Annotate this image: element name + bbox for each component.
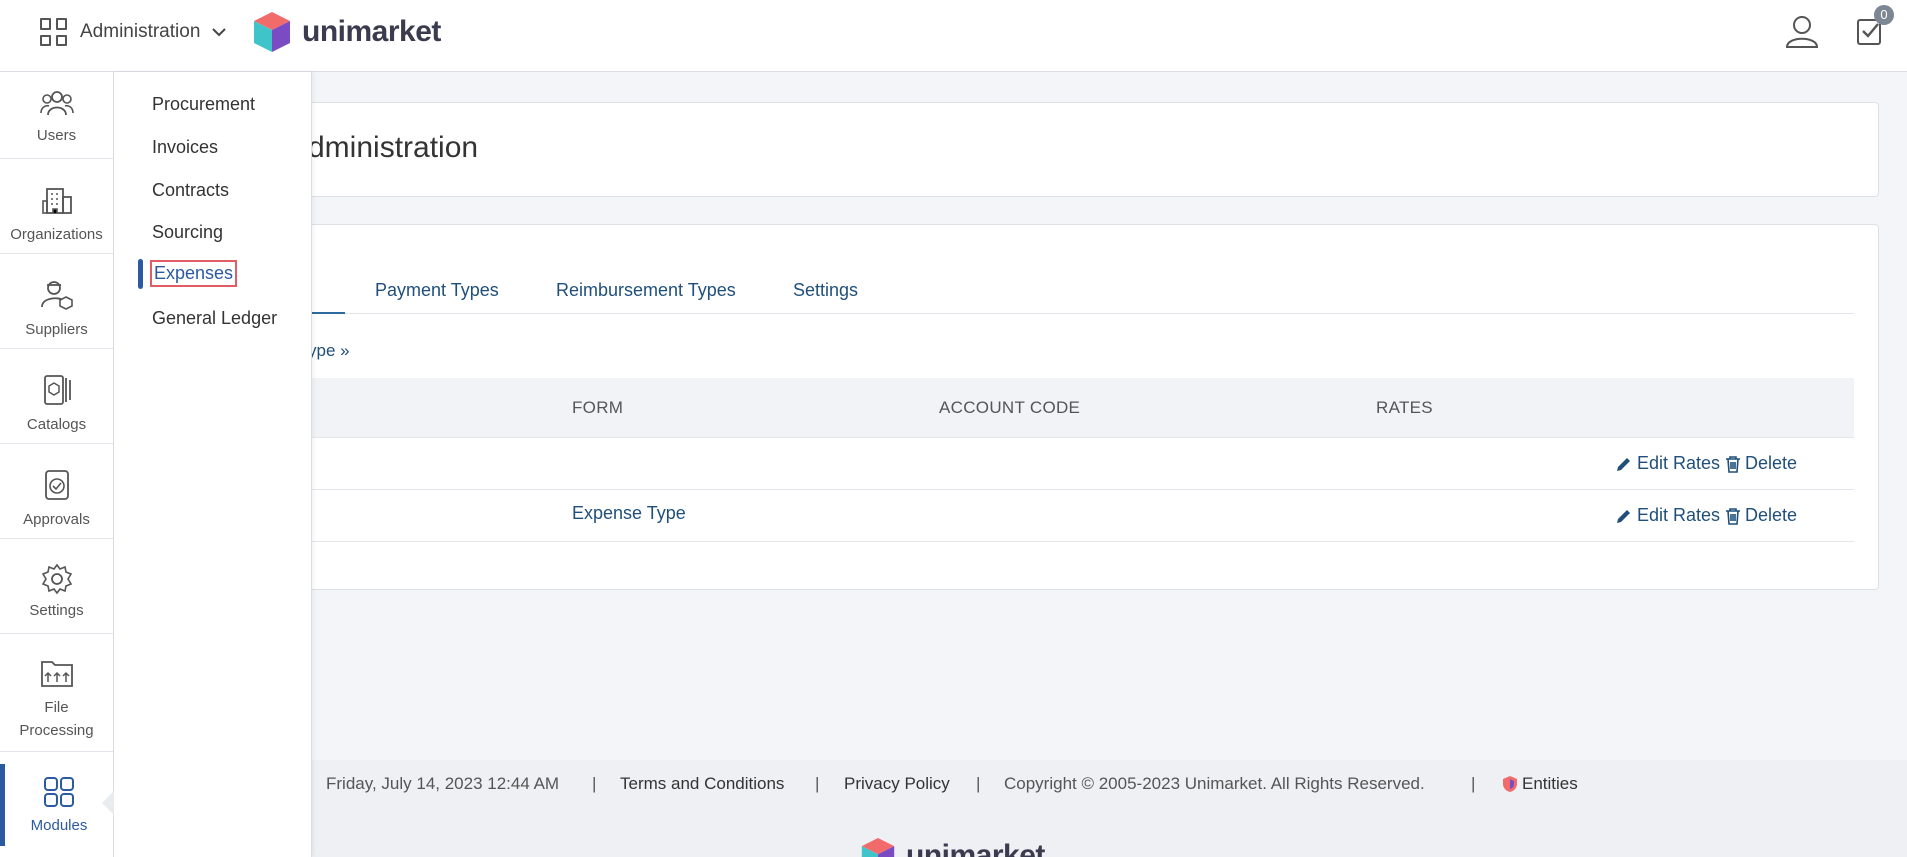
rail-item-file-processing[interactable]: File Processing xyxy=(0,634,113,752)
catalog-icon xyxy=(43,375,71,405)
footer-separator: | xyxy=(592,774,597,793)
top-bar: Administration unimarket 0 xyxy=(0,0,1907,72)
rail-item-users[interactable]: Users xyxy=(0,72,113,159)
tab-settings[interactable]: Settings xyxy=(793,280,858,301)
rail-label-modules: Modules xyxy=(30,817,88,834)
delete-label: Delete xyxy=(1745,505,1798,525)
edit-rates-button[interactable]: Edit Rates xyxy=(1615,505,1720,526)
app-switcher-label: Administration xyxy=(80,21,201,42)
row-divider xyxy=(312,489,1854,490)
rail-label-organizations: Organizations xyxy=(10,226,103,243)
column-form: FORM xyxy=(572,398,624,417)
users-icon xyxy=(39,91,74,116)
footer-logo: unimarket xyxy=(860,836,1045,857)
edit-rates-label: Edit Rates xyxy=(1637,453,1721,473)
logo-text: unimarket xyxy=(302,15,441,48)
footer-logo-text: unimarket xyxy=(906,839,1045,857)
tasks-count-badge: 0 xyxy=(1874,5,1894,25)
footer-copyright: Copyright © 2005-2023 Unimarket. All Rig… xyxy=(1004,774,1425,793)
supplier-icon xyxy=(40,281,73,310)
modules-flyout-menu: Procurement Invoices Contracts Sourcing … xyxy=(114,72,312,857)
menu-item-contracts[interactable]: Contracts xyxy=(152,180,229,201)
privacy-link[interactable]: Privacy Policy xyxy=(844,774,950,794)
gear-icon xyxy=(41,563,72,595)
footer-datetime: Friday, July 14, 2023 12:44 AM xyxy=(326,774,560,793)
rail-item-organizations[interactable]: Organizations xyxy=(0,159,113,254)
rail-item-approvals[interactable]: Approvals xyxy=(0,444,113,539)
rail-label-suppliers: Suppliers xyxy=(25,321,88,338)
app-grid-icon xyxy=(40,18,68,46)
tabs-divider xyxy=(312,313,1854,314)
rail-item-catalogs[interactable]: Catalogs xyxy=(0,349,113,444)
title-card xyxy=(290,102,1879,197)
column-account-code: ACCOUNT CODE xyxy=(939,398,1081,417)
module-rail: Users Organizations Suppliers Catalogs A… xyxy=(0,72,114,857)
footer-separator: | xyxy=(1471,774,1476,793)
shield-icon xyxy=(1503,776,1517,792)
delete-button[interactable]: Delete xyxy=(1725,505,1797,526)
chevron-down-icon xyxy=(212,24,227,40)
tab-reimbursement-types[interactable]: Reimbursement Types xyxy=(556,280,736,301)
edit-rates-button[interactable]: Edit Rates xyxy=(1615,453,1720,474)
menu-item-procurement[interactable]: Procurement xyxy=(152,94,255,115)
add-expense-type-link[interactable]: ype » xyxy=(308,341,350,361)
modules-icon xyxy=(44,777,74,807)
building-icon xyxy=(41,188,72,214)
approval-icon xyxy=(44,470,69,500)
pencil-icon xyxy=(1617,509,1630,523)
active-menu-indicator xyxy=(138,259,143,289)
row-divider xyxy=(312,437,1854,438)
active-tab-indicator xyxy=(312,312,345,314)
menu-item-general-ledger[interactable]: General Ledger xyxy=(152,308,277,329)
trash-icon xyxy=(1726,507,1740,525)
rail-label-users: Users xyxy=(36,127,77,144)
row-divider xyxy=(312,541,1854,542)
file-processing-icon xyxy=(40,661,73,687)
rail-label-file: File xyxy=(44,699,69,716)
column-rates: RATES xyxy=(1376,398,1433,417)
footer-separator: | xyxy=(976,774,981,793)
entities-label: Entities xyxy=(1522,774,1578,793)
form-link[interactable]: Expense Type xyxy=(572,503,686,524)
rail-label-settings: Settings xyxy=(29,602,84,619)
delete-button[interactable]: Delete xyxy=(1725,453,1797,474)
unimarket-logo[interactable]: unimarket xyxy=(252,10,441,54)
delete-label: Delete xyxy=(1745,453,1798,473)
terms-link[interactable]: Terms and Conditions xyxy=(620,774,784,794)
logo-cube-icon xyxy=(254,12,290,52)
rail-label-catalogs: Catalogs xyxy=(26,416,87,433)
app-switcher[interactable]: Administration xyxy=(40,18,227,46)
table-header xyxy=(312,378,1854,437)
trash-icon xyxy=(1726,455,1740,473)
menu-item-sourcing[interactable]: Sourcing xyxy=(152,222,223,243)
logo-cube-icon xyxy=(861,838,895,857)
pencil-icon xyxy=(1617,457,1630,471)
page-title: dministration xyxy=(308,131,479,164)
menu-item-invoices[interactable]: Invoices xyxy=(152,137,218,158)
tab-payment-types[interactable]: Payment Types xyxy=(375,280,499,301)
edit-rates-label: Edit Rates xyxy=(1637,505,1721,525)
rail-item-settings[interactable]: Settings xyxy=(0,539,113,634)
rail-label-processing: Processing xyxy=(19,722,94,739)
rail-item-modules[interactable]: Modules xyxy=(0,764,113,846)
user-profile-icon[interactable] xyxy=(1785,14,1819,48)
rail-label-approvals: Approvals xyxy=(23,511,90,528)
footer-separator: | xyxy=(815,774,820,793)
menu-item-expenses[interactable]: Expenses xyxy=(150,260,238,287)
entities-link[interactable]: Entities xyxy=(1502,774,1578,794)
rail-item-suppliers[interactable]: Suppliers xyxy=(0,254,113,349)
